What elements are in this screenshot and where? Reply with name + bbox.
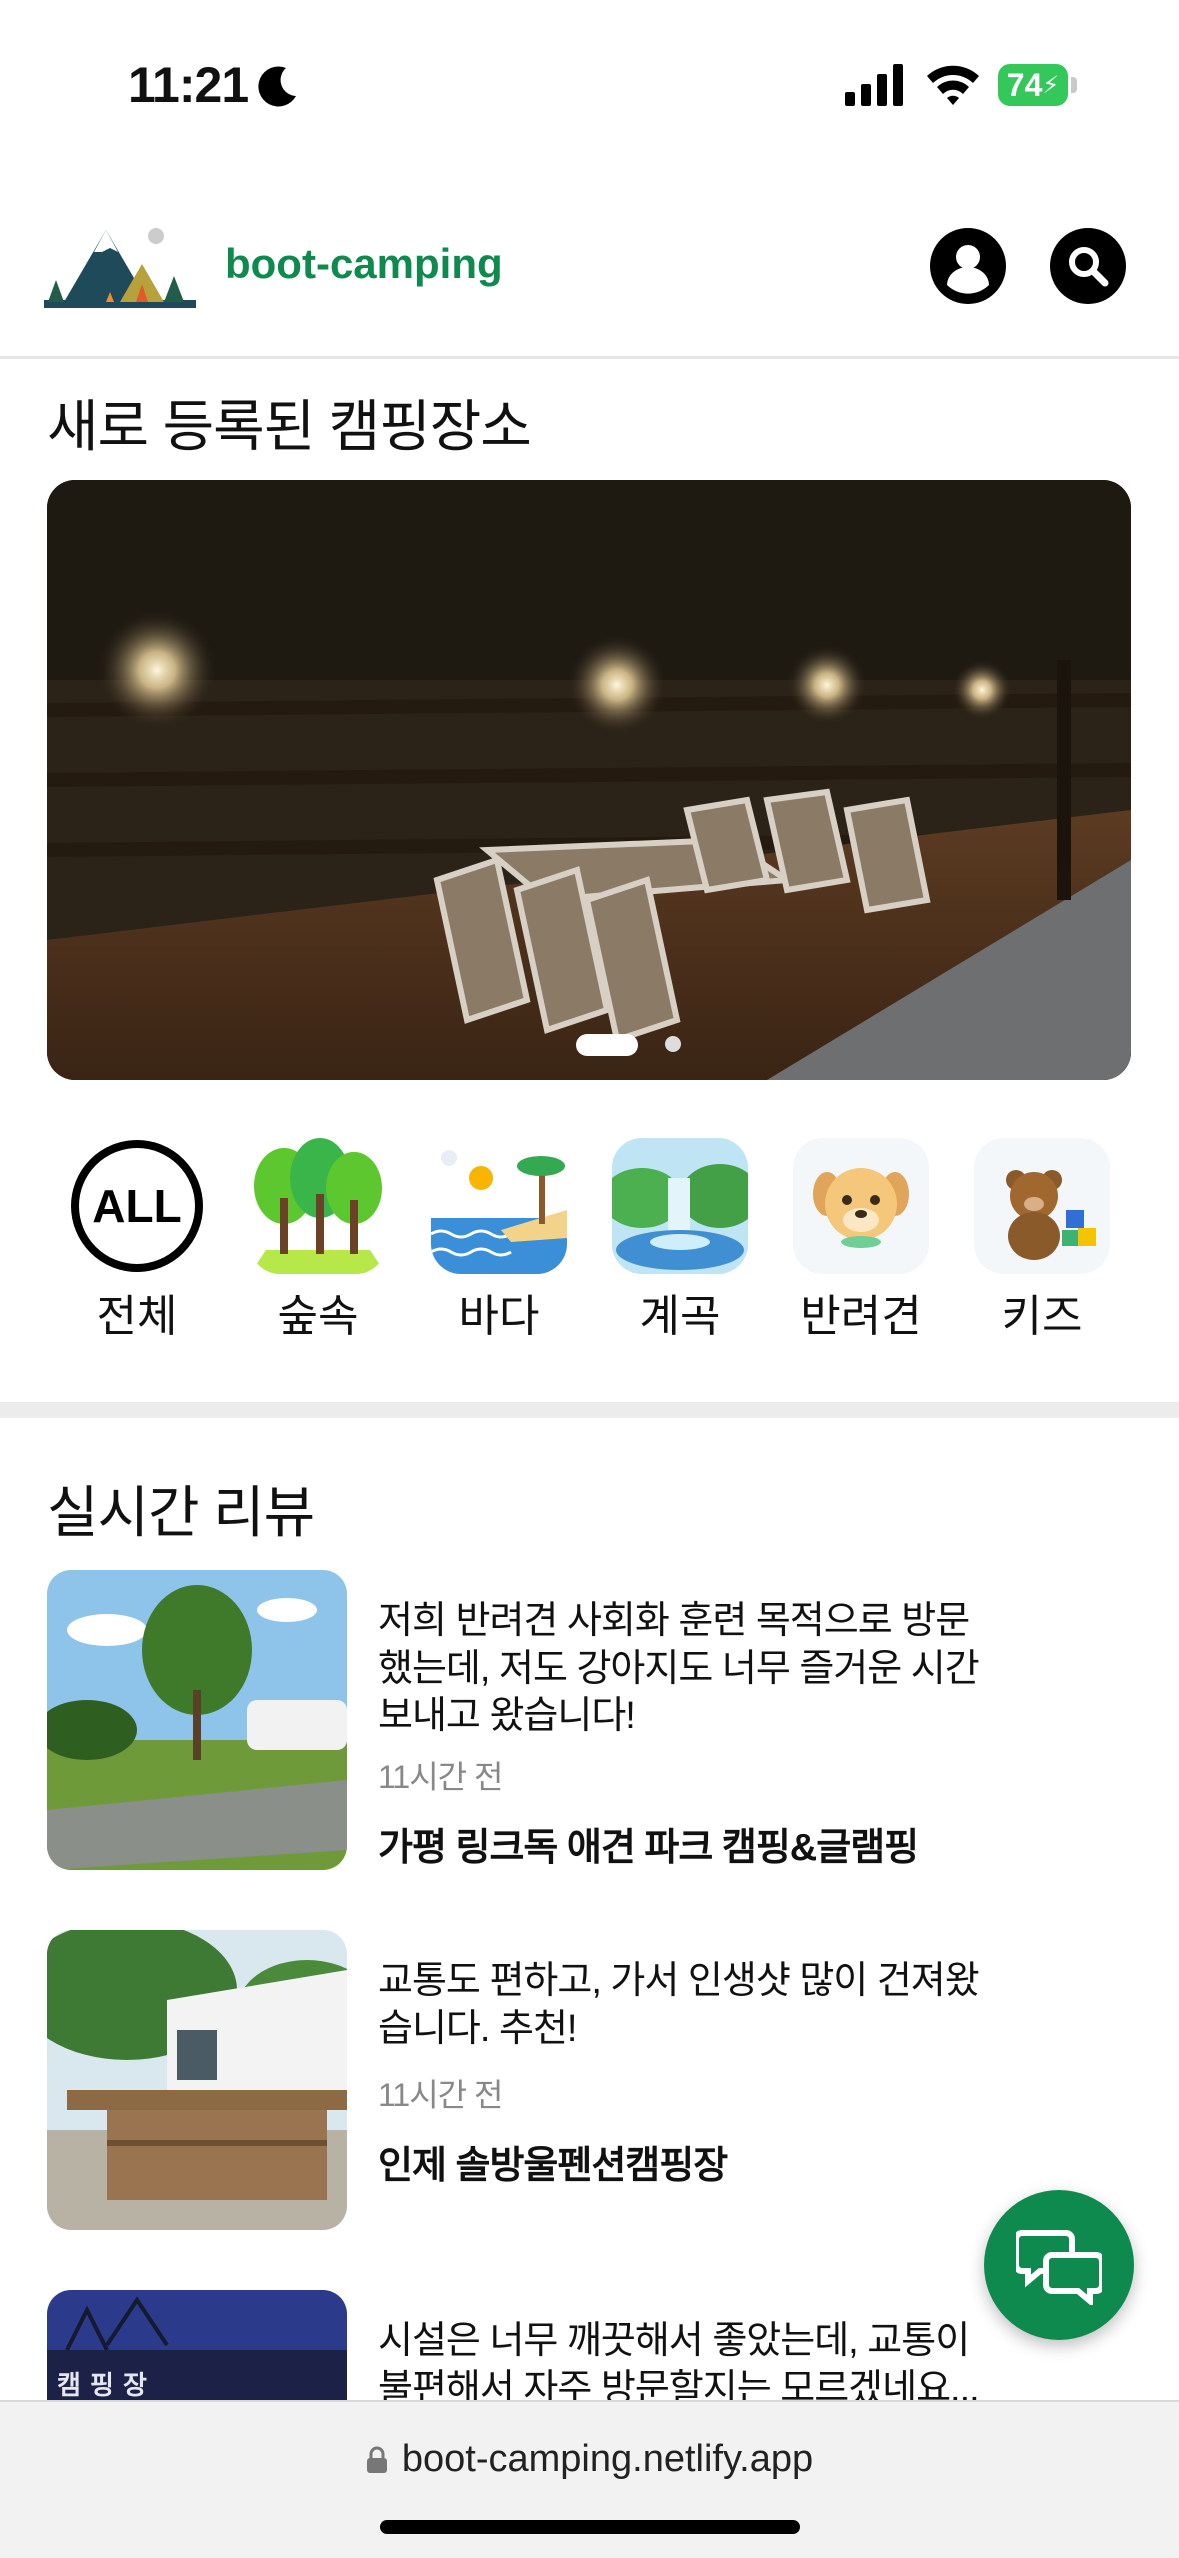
review-text: 저희 반려견 사회화 훈련 목적으로 방문했는데, 저도 강아지도 너무 즐거운… xyxy=(378,1600,980,1737)
home-indicator[interactable] xyxy=(380,2520,800,2534)
carousel-dot-active[interactable] xyxy=(576,1034,638,1056)
category-label: 계곡 xyxy=(639,1292,721,1341)
campsite-photo xyxy=(47,1570,347,1870)
review-time: 11시간 전 xyxy=(378,1759,503,1795)
sea-icon xyxy=(431,1138,567,1274)
battery-cap xyxy=(1071,77,1077,93)
signal-icon xyxy=(845,64,903,106)
dog-icon xyxy=(793,1138,929,1274)
search-icon xyxy=(1069,247,1109,287)
category-kids[interactable]: 키즈 xyxy=(962,1138,1122,1344)
category-sea[interactable]: 바다 xyxy=(419,1138,579,1344)
lock-icon xyxy=(366,2446,387,2473)
review-image[interactable] xyxy=(47,1570,347,1870)
url-field[interactable]: boot-camping.netlify.app xyxy=(0,2438,1179,2481)
review-text: 시설은 너무 깨끗해서 좋았는데, 교통이 불편해서 자주 방문할지는 모르겠네… xyxy=(378,2320,980,2410)
brand-name[interactable]: boot-camping xyxy=(225,240,503,288)
chat-icon xyxy=(1016,2230,1102,2305)
hero-carousel[interactable] xyxy=(47,480,1131,1080)
kids-icon xyxy=(974,1138,1110,1274)
url-text: boot-camping.netlify.app xyxy=(401,2438,814,2480)
review-place-name[interactable]: 가평 링크독 애견 파크 캠핑&글램핑 xyxy=(378,1816,919,1871)
profile-button[interactable] xyxy=(930,228,1006,304)
category-valley[interactable]: 계곡 xyxy=(600,1138,760,1344)
camping-logo[interactable] xyxy=(44,222,196,312)
reviews-title: 실시간 리뷰 xyxy=(47,1481,315,1544)
header-divider xyxy=(0,356,1179,359)
review-image[interactable]: 캠 핑 장 xyxy=(47,2290,347,2400)
review-time: 11시간 전 xyxy=(378,2077,503,2113)
svg-text:ALL: ALL xyxy=(92,1180,181,1232)
campsite-night-photo: 캠 핑 장 xyxy=(47,2290,347,2400)
moon-icon xyxy=(258,66,296,107)
user-icon xyxy=(947,245,989,294)
hero-photo xyxy=(47,480,1131,1080)
category-forest[interactable]: 숲속 xyxy=(238,1138,398,1344)
battery-indicator: 74 ⚡ xyxy=(998,64,1068,106)
all-icon: ALL xyxy=(71,1140,203,1272)
new-places-title: 새로 등록된 캠핑장소 xyxy=(47,395,532,458)
category-all[interactable]: ALL 전체 xyxy=(57,1138,217,1344)
review-place-name[interactable]: 인제 솔방울펜션캠핑장 xyxy=(378,2134,728,2189)
forest-icon xyxy=(250,1138,386,1274)
category-label: 반려견 xyxy=(800,1292,922,1341)
review-image[interactable] xyxy=(47,1930,347,2230)
valley-icon xyxy=(612,1138,748,1274)
chat-button[interactable] xyxy=(984,2190,1134,2340)
wifi-icon xyxy=(927,65,979,105)
section-divider xyxy=(0,1402,1179,1418)
review-text: 교통도 편하고, 가서 인생샷 많이 건져왔습니다. 추천! xyxy=(378,1960,980,2050)
category-label: 바다 xyxy=(458,1292,540,1341)
status-time: 11:21 xyxy=(128,57,249,113)
image-sign-text: 캠 핑 장 xyxy=(57,2371,147,2400)
caravan-photo xyxy=(47,1930,347,2230)
category-label: 전체 xyxy=(96,1292,178,1341)
search-button[interactable] xyxy=(1050,228,1126,304)
category-dog[interactable]: 반려견 xyxy=(781,1138,941,1344)
category-label: 숲속 xyxy=(277,1292,359,1341)
carousel-dot[interactable] xyxy=(665,1036,681,1052)
category-label: 키즈 xyxy=(1001,1292,1083,1341)
